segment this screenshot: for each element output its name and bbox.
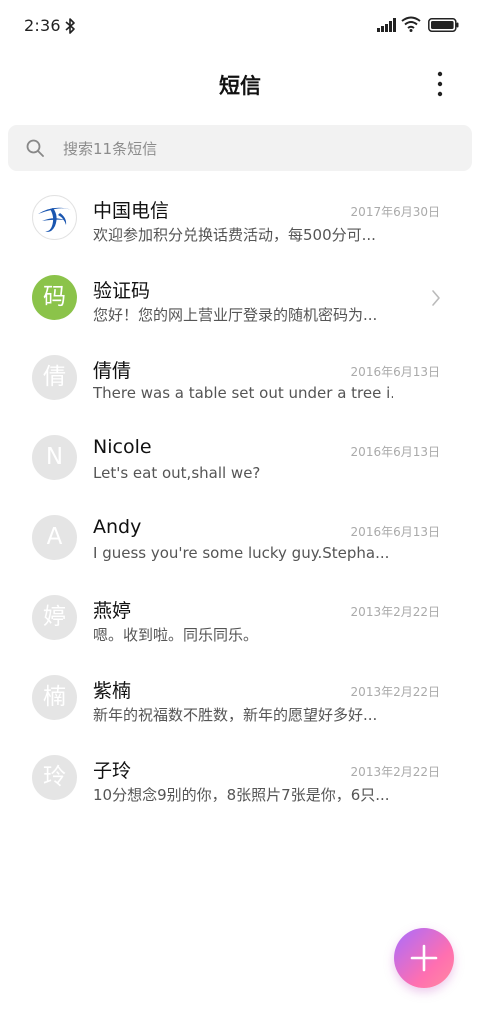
chevron-right-icon — [432, 290, 440, 306]
contact-name: Andy — [93, 516, 142, 538]
conversation-item[interactable]: 码 验证码 您好！您的网上营业厅登录的随机密码为... — [0, 258, 480, 338]
status-time: 2:36 — [24, 16, 61, 35]
conversation-item[interactable]: 倩 倩倩 There was a table set out under a t… — [0, 338, 480, 418]
new-message-button[interactable] — [394, 928, 454, 988]
conversation-list: 中国电信 欢迎参加积分兑换话费活动，每500分可... 2017年6月30日 码… — [0, 178, 480, 818]
message-preview: I guess you're some lucky guy.Stepha... — [93, 544, 390, 562]
contact-name: 中国电信 — [93, 200, 170, 222]
title-bar: 短信 — [0, 60, 480, 108]
avatar: 倩 — [32, 355, 77, 400]
conversation-item[interactable]: 楠 紫楠 新年的祝福数不胜数，新年的愿望好多好... 2013年2月22日 — [0, 658, 480, 738]
search-input[interactable]: 搜索11条短信 — [8, 125, 472, 171]
conversation-item[interactable]: 玲 子玲 10分想念9别的你，8张照片7张是你，6只... 2013年2月22日 — [0, 738, 480, 818]
signal-icon — [377, 18, 396, 32]
plus-icon — [410, 944, 438, 972]
page-title: 短信 — [219, 74, 261, 98]
contact-name: 子玲 — [93, 760, 132, 782]
wifi-icon — [401, 16, 421, 32]
message-date: 2013年2月22日 — [350, 605, 440, 619]
message-preview: 新年的祝福数不胜数，新年的愿望好多好... — [93, 706, 378, 724]
more-menu-button[interactable] — [426, 68, 454, 100]
message-date: 2016年6月13日 — [350, 445, 440, 459]
avatar: 楠 — [32, 675, 77, 720]
contact-name: Nicole — [93, 436, 152, 458]
search-placeholder: 搜索11条短信 — [63, 140, 158, 158]
status-bar: 2:36 — [0, 0, 480, 50]
conversation-item[interactable]: 中国电信 欢迎参加积分兑换话费活动，每500分可... 2017年6月30日 — [0, 178, 480, 258]
contact-name: 燕婷 — [93, 600, 132, 622]
search-icon — [26, 139, 44, 157]
avatar: N — [32, 435, 77, 480]
contact-name: 倩倩 — [93, 360, 132, 382]
message-preview: 您好！您的网上营业厅登录的随机密码为... — [93, 306, 378, 324]
battery-icon — [428, 18, 459, 32]
message-date: 2013年2月22日 — [350, 765, 440, 779]
contact-name: 紫楠 — [93, 680, 132, 702]
avatar: 玲 — [32, 755, 77, 800]
avatar: 婷 — [32, 595, 77, 640]
conversation-item[interactable]: A Andy I guess you're some lucky guy.Ste… — [0, 498, 480, 578]
more-vertical-icon — [437, 71, 443, 97]
avatar: 码 — [32, 275, 77, 320]
message-date: 2013年2月22日 — [350, 685, 440, 699]
message-date: 2017年6月30日 — [350, 205, 440, 219]
message-preview: 10分想念9别的你，8张照片7张是你，6只... — [93, 786, 390, 804]
contact-name: 验证码 — [93, 280, 151, 302]
conversation-item[interactable]: N Nicole Let's eat out,shall we? 2016年6月… — [0, 418, 480, 498]
message-date: 2016年6月13日 — [350, 365, 440, 379]
avatar: A — [32, 515, 77, 560]
conversation-item[interactable]: 婷 燕婷 嗯。收到啦。同乐同乐。 2013年2月22日 — [0, 578, 480, 658]
bluetooth-icon — [65, 18, 75, 34]
message-preview: 嗯。收到啦。同乐同乐。 — [93, 626, 259, 644]
message-preview: There was a table set out under a tree i… — [93, 384, 393, 402]
message-date: 2016年6月13日 — [350, 525, 440, 539]
china-telecom-logo-icon — [32, 195, 77, 240]
message-preview: 欢迎参加积分兑换话费活动，每500分可... — [93, 226, 376, 244]
message-preview: Let's eat out,shall we? — [93, 464, 261, 482]
